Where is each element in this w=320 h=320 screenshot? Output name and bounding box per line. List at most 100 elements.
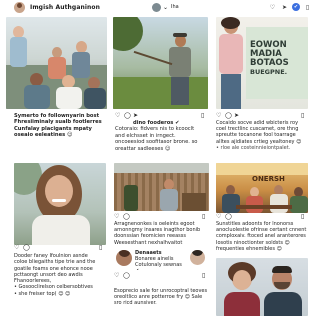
share-icon[interactable]: ➤ [133, 112, 138, 120]
comment-icon[interactable]: ◯ [23, 244, 30, 252]
comment-icon[interactable]: ◯ [123, 213, 130, 221]
caption-line: • rloe ale costeinnieiontpalet. [216, 144, 291, 151]
person-body [32, 215, 90, 245]
account-title[interactable]: Imgish Authganinon [30, 4, 100, 11]
caption-line: coloe bliegaiths tipe trie and the [14, 259, 96, 266]
post-actions-3: ♡ ◯ ➤ ▯ [216, 112, 308, 120]
post-actions-6: ♡ ◯ ▯ [216, 213, 308, 221]
caption-line: • Gosooclirelson celbersobtives [14, 284, 93, 291]
person-hair [272, 266, 292, 273]
post-photo-4[interactable] [14, 163, 106, 245]
caption-line: oreattar sadleeses 😊 [115, 145, 171, 152]
bookmark-icon[interactable]: ▯ [301, 213, 304, 221]
comment-text: Cotulonaly sewnas ✔ [135, 262, 182, 270]
caption-line: Weesesthant nexhalhvaitot [114, 239, 183, 246]
bookmark-icon[interactable]: ▯ [202, 272, 205, 280]
post-photo-7[interactable] [216, 258, 308, 316]
bookmark-icon[interactable]: ▯ [301, 112, 304, 120]
photo-plant [124, 185, 138, 211]
person-body [24, 85, 50, 109]
person-legs [221, 74, 241, 109]
commenter-avatar[interactable] [116, 250, 132, 266]
heart-icon[interactable]: ♡ [114, 213, 119, 221]
heart-icon[interactable]: ♡ [268, 3, 277, 12]
post-actions-2: ♡ ◯ ➤ ▯ [115, 112, 208, 120]
photo-rake [133, 50, 173, 66]
post-caption-1: Symerto fo follownyarin bost Fhresiimina… [14, 113, 108, 155]
photo-grass [113, 77, 208, 109]
caption-line: comploxaiv. ftoced anel aranterores [216, 233, 306, 240]
person-body [264, 292, 302, 316]
user-name[interactable]: Iha [171, 4, 179, 10]
bookmark-icon[interactable]: ▯ [201, 112, 204, 120]
heart-icon[interactable]: ♡ [216, 112, 221, 120]
share-icon[interactable]: ➤ [280, 3, 289, 12]
post-caption-4: Dooder faney Ifoulnion asnde coloe blieg… [14, 253, 106, 315]
caption-line: goatile foams one ehonce nooe [14, 265, 93, 272]
post-caption-5-extra: Esoprecio sale for unrocoptral teoves or… [114, 288, 210, 310]
share-icon[interactable]: ➤ [234, 112, 239, 120]
top-actions: ♡ ➤ ✔ ▯ [268, 3, 312, 12]
comment-actions: ♡ ◯ ▯ [114, 272, 209, 280]
person-body [224, 292, 260, 316]
heart-icon[interactable]: ♡ [114, 272, 119, 280]
comment-icon[interactable]: ◯ [225, 112, 232, 120]
bookmark-icon[interactable]: ▯ [99, 244, 102, 252]
person-body [10, 37, 27, 67]
caption-line: • she freiser top( 😊 😊 [14, 290, 71, 297]
user-avatar[interactable] [152, 3, 161, 12]
comment-icon[interactable]: ◯ [225, 213, 232, 221]
bookmark-icon[interactable]: ▯ [303, 3, 312, 12]
caption-line: oncoeesiod soofitasor brone. so [115, 139, 198, 146]
caption-line: alltes ajidiates crtieg yealtoney 😊 [216, 138, 302, 145]
bookmark-icon[interactable]: ▯ [202, 213, 205, 221]
caption-line: Fhresiiminaly sualb footlerres [14, 119, 102, 126]
comment-icon[interactable]: ◯ [123, 272, 130, 280]
commenter-avatar-2[interactable] [190, 250, 205, 265]
post-photo-5[interactable] [114, 163, 209, 211]
sign-line: BOTAOS [250, 58, 289, 68]
person-body [160, 189, 178, 211]
heart-icon[interactable]: ♡ [115, 112, 120, 120]
person-body [169, 47, 191, 77]
post-caption-6: Sunstitles adoonts for lnonorss anocluol… [216, 221, 312, 255]
heart-icon[interactable]: ♡ [14, 244, 19, 252]
photo-sign-text: EOWON MADIA BOTAOS BUEGPNE. [250, 41, 289, 77]
verified-icon[interactable]: ✔ [292, 3, 300, 11]
post-caption-3: Cocaido socve adid wbicteris roy coel tr… [216, 120, 312, 156]
person-body [222, 194, 240, 213]
person-body [56, 87, 82, 109]
person-body [84, 88, 106, 109]
profile-avatar[interactable] [14, 2, 25, 13]
comment-block: Denaaets Bonaree ainelis Cotulonaly sewn… [135, 250, 187, 270]
person-face [45, 175, 73, 207]
post-caption-2: dino fooderos ✔ Cotoraio: fidvers nis to… [115, 120, 209, 156]
post-actions-5: ♡ ◯ ▯ [114, 213, 209, 221]
person-body [270, 194, 288, 213]
person-body [72, 52, 90, 78]
photo-ceiling [216, 163, 308, 175]
post-photo-3[interactable]: EOWON MADIA BOTAOS BUEGPNE. [216, 17, 308, 109]
caption-line: frequenties ehnemibles 😊 [216, 245, 282, 252]
chevron-down-icon[interactable]: ⌄ [163, 4, 168, 11]
post-caption-5: Arragnenonkes is oeleints egoot arnonngm… [114, 221, 210, 247]
post-photo-1[interactable] [6, 17, 107, 109]
heart-icon[interactable]: ♡ [216, 213, 221, 221]
person-face [233, 270, 251, 290]
avatar-hair [119, 250, 130, 257]
caption-line: oseaio eeleatines 😊 [14, 132, 73, 139]
post-photo-2[interactable] [113, 17, 208, 109]
person-body [290, 196, 308, 213]
photo-sky [114, 163, 209, 173]
comment-icon[interactable]: ◯ [124, 112, 131, 120]
caption-line: sro ricd aunsiver. [114, 300, 157, 307]
post-photo-6[interactable]: ONERSH [216, 163, 308, 213]
photo-table [236, 205, 292, 209]
top-bar: Imgish Authganinon ⌄ Iha ♡ ➤ ✔ ▯ [0, 0, 320, 16]
person-cap [173, 33, 187, 37]
photo-tree [113, 17, 143, 51]
post-actions-4: ♡ ◯ ▯ [14, 244, 106, 252]
avatar-hair [192, 250, 203, 256]
person-body [219, 34, 243, 74]
photo-sign-text: ONERSH [252, 175, 285, 183]
